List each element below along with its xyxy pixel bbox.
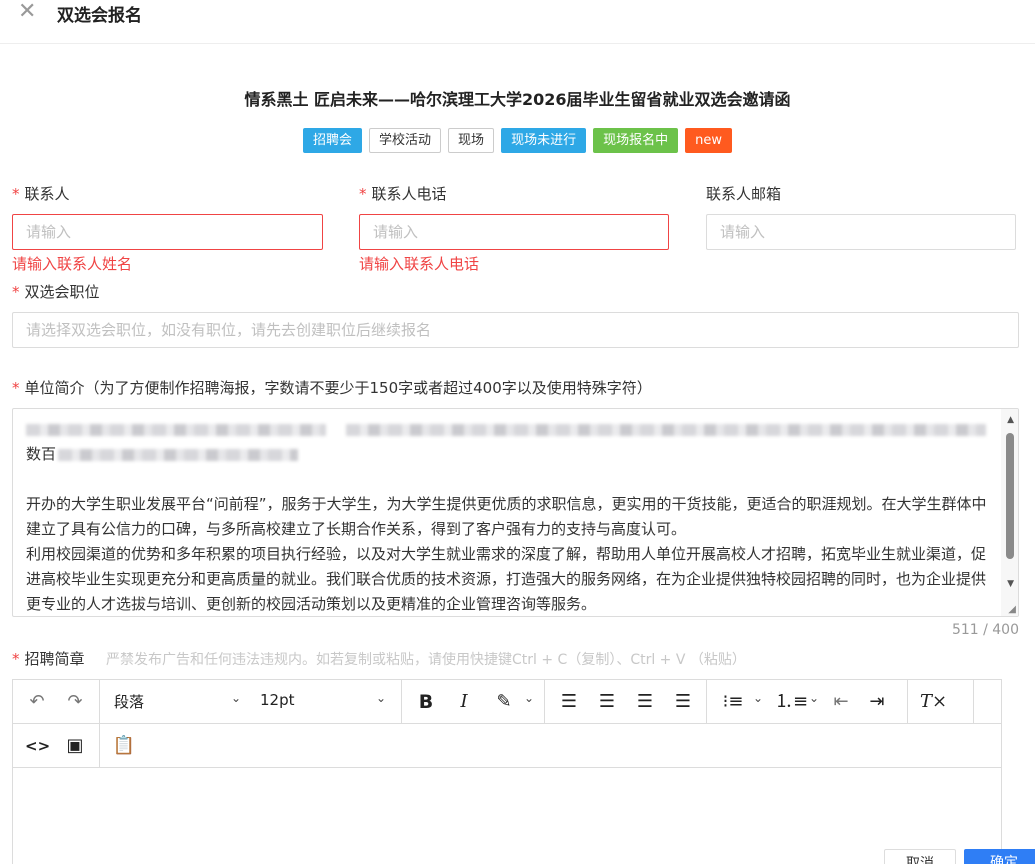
format-group: 段落 ⌄ 12pt ⌄ [100, 680, 402, 724]
tag-new: new [685, 128, 732, 153]
align-right-icon[interactable]: ☰ [633, 690, 657, 714]
intro-scrollbar[interactable]: ▲ ▼ [1001, 409, 1018, 616]
clear-format-icon[interactable]: T× [920, 690, 947, 714]
scroll-down-icon[interactable]: ▼ [1007, 579, 1014, 589]
paste-group: 📋 [100, 724, 150, 768]
drawer-header: ✕ 双选会报名 [0, 0, 1035, 44]
redacted-line [26, 417, 998, 442]
contact-phone-label: * 联系人电话 [359, 185, 447, 203]
indent-icon[interactable]: ⇥ [865, 690, 889, 714]
scrollbar-thumb[interactable] [1006, 433, 1014, 559]
style-group: B I ✎ ⌄ [402, 680, 545, 724]
intro-textarea[interactable]: 数百 开办的大学生职业发展平台“问前程”，服务于大学生，为大学生提供更优质的求职… [12, 408, 1019, 617]
rich-text-editor[interactable]: ↶ ↷ 段落 ⌄ 12pt ⌄ B I ✎ ⌄ ☰ ☰ ☰ ☰ ⁝≡ ⌄ ⒈≡ … [12, 679, 1002, 864]
align-left-icon[interactable]: ☰ [557, 690, 581, 714]
drawer-title: 双选会报名 [57, 6, 142, 26]
intro-label: * 单位简介（为了方便制作招聘海报，字数请不要少于150字或者超过400字以及使用… [12, 379, 652, 397]
contact-name-error: 请输入联系人姓名 [12, 255, 133, 273]
contact-email-label: 联系人邮箱 [706, 185, 782, 203]
contact-email-input[interactable]: 请输入 [706, 214, 1016, 250]
required-mark: * [12, 379, 20, 397]
redacted-line: 数百 [26, 442, 998, 467]
contact-name-label: * 联系人 [12, 185, 70, 203]
align-group: ☰ ☰ ☰ ☰ [545, 680, 707, 724]
intro-char-counter: 511 / 400 [951, 622, 1019, 638]
tag-registering: 现场报名中 [593, 128, 679, 153]
numbered-list-icon[interactable]: ⒈≡ [775, 690, 808, 714]
required-mark: * [12, 283, 20, 301]
brochure-label: * 招聘简章 [12, 650, 85, 668]
chevron-down-icon[interactable]: ⌄ [231, 691, 241, 705]
undo-icon[interactable]: ↶ [25, 690, 49, 714]
contact-name-input[interactable]: 请输入 [12, 214, 323, 250]
editor-toolbar-row-1: ↶ ↷ 段落 ⌄ 12pt ⌄ B I ✎ ⌄ ☰ ☰ ☰ ☰ ⁝≡ ⌄ ⒈≡ … [13, 680, 1001, 724]
chevron-down-icon[interactable]: ⌄ [376, 691, 386, 705]
chevron-down-icon[interactable]: ⌄ [524, 691, 534, 705]
tag-school-activity: 学校活动 [369, 128, 442, 153]
required-mark: * [359, 185, 367, 203]
position-label: * 双选会职位 [12, 283, 100, 301]
tag-onsite: 现场 [448, 128, 495, 153]
bold-button[interactable]: B [416, 690, 436, 714]
insert-group: <> ▣ [13, 724, 100, 768]
contact-phone-error: 请输入联系人电话 [359, 255, 480, 273]
redo-icon[interactable]: ↷ [63, 690, 87, 714]
position-select[interactable]: 请选择双选会职位，如没有职位，请先去创建职位后继续报名 [12, 312, 1019, 348]
align-center-icon[interactable]: ☰ [595, 690, 619, 714]
intro-paragraph-2: 利用校园渠道的优势和多年积累的项目执行经验，以及对大学生就业需求的深度了解，帮助… [26, 545, 987, 613]
event-tags: 招聘会 学校活动 现场 现场未进行 现场报名中 new [0, 128, 1035, 153]
chevron-down-icon[interactable]: ⌄ [753, 691, 763, 705]
image-icon[interactable]: ▣ [63, 734, 87, 758]
list-group: ⁝≡ ⌄ ⒈≡ ⌄ ⇤ ⇥ [707, 680, 908, 724]
bullet-list-icon[interactable]: ⁝≡ [721, 690, 745, 714]
paragraph-select[interactable]: 段落 [114, 691, 144, 712]
outdent-icon[interactable]: ⇤ [829, 690, 853, 714]
event-title: 情系黑土 匠启未来——哈尔滨理工大学2026届毕业生留省就业双选会邀请函 [244, 90, 791, 109]
code-icon[interactable]: <> [25, 734, 50, 758]
close-icon[interactable]: ✕ [18, 1, 38, 23]
clear-group: T× [908, 680, 974, 724]
tag-job-fair: 招聘会 [303, 128, 363, 153]
contact-phone-input[interactable]: 请输入 [359, 214, 669, 250]
history-group: ↶ ↷ [13, 680, 100, 724]
cancel-button[interactable]: 取消 [884, 849, 956, 864]
required-mark: * [12, 185, 20, 203]
font-size-select[interactable]: 12pt [260, 691, 295, 709]
resize-handle-icon[interactable]: ◢ [1008, 604, 1016, 615]
intro-text: 数百 开办的大学生职业发展平台“问前程”，服务于大学生，为大学生提供更优质的求职… [26, 417, 998, 616]
brochure-hint: 严禁发布广告和任何违法违规内。如若复制或粘贴，请使用快捷键Ctrl + C（复制… [106, 652, 746, 668]
scroll-up-icon[interactable]: ▲ [1007, 415, 1014, 425]
tag-not-started: 现场未进行 [501, 128, 587, 153]
submit-button[interactable]: 确定 [964, 849, 1035, 864]
intro-paragraph-1: 开办的大学生职业发展平台“问前程”，服务于大学生，为大学生提供更优质的求职信息，… [26, 495, 987, 538]
align-justify-icon[interactable]: ☰ [671, 690, 695, 714]
italic-button[interactable]: I [454, 690, 474, 714]
paste-icon[interactable]: 📋 [112, 734, 136, 758]
required-mark: * [12, 650, 20, 668]
chevron-down-icon[interactable]: ⌄ [809, 691, 819, 705]
highlight-icon[interactable]: ✎ [492, 690, 516, 714]
editor-toolbar-row-2: <> ▣ 📋 [13, 724, 1001, 768]
